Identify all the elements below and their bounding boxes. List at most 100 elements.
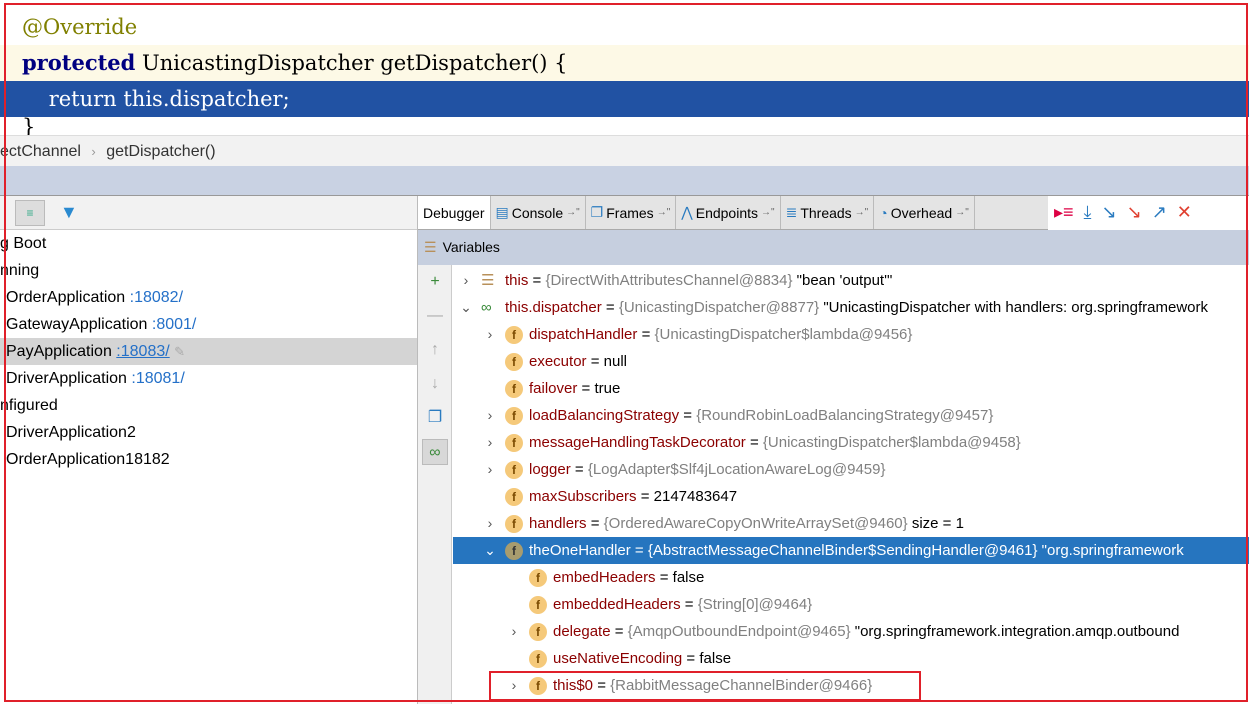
- threads-icon: ≣: [785, 204, 798, 220]
- pin-icon[interactable]: →": [761, 207, 775, 218]
- variable-ref: {RoundRobinLoadBalancingStrategy@9457}: [696, 407, 994, 424]
- pin-icon[interactable]: →": [566, 207, 580, 218]
- force-step-into-icon[interactable]: ↘: [1127, 202, 1142, 223]
- show-watches-icon[interactable]: ∞: [422, 439, 448, 465]
- tab-overhead[interactable]: ◔ Overhead →": [874, 196, 975, 229]
- variable-row[interactable]: › f dispatchHandler = {UnicastingDispatche…: [453, 321, 1249, 348]
- field-icon: f: [529, 569, 547, 587]
- frames-icon: ❐: [590, 204, 604, 220]
- tab-label: Console: [511, 204, 564, 221]
- field-icon: f: [505, 488, 523, 506]
- service-item[interactable]: OrderApplication :18082/: [0, 284, 417, 311]
- variable-row[interactable]: f executor = null: [453, 348, 1249, 375]
- field-icon: f: [505, 515, 523, 533]
- endpoints-icon: ⋀: [681, 204, 693, 220]
- chevron-right-icon[interactable]: ›: [483, 429, 497, 456]
- service-item[interactable]: OrderApplication18182: [0, 446, 417, 473]
- drop-frame-icon[interactable]: ✕: [1177, 202, 1192, 223]
- service-item[interactable]: nning: [0, 257, 417, 284]
- service-item[interactable]: nfigured: [0, 392, 417, 419]
- service-item[interactable]: DriverApplication2: [0, 419, 417, 446]
- chevron-right-icon[interactable]: ›: [507, 672, 521, 699]
- tab-debugger[interactable]: Debugger: [418, 196, 491, 229]
- variable-row[interactable]: › f logger = {LogAdapter$Slf4jLocationAwar…: [453, 456, 1249, 483]
- variable-name: this$0: [553, 677, 594, 694]
- group-icon[interactable]: ≡: [15, 200, 45, 226]
- services-panel: ≡ ▼ g Boot nning OrderApplication :18082…: [0, 196, 418, 704]
- field-icon: f: [529, 677, 547, 695]
- variable-row[interactable]: › ☰ this = {DirectWithAttributesChannel@88…: [453, 267, 1249, 294]
- chevron-right-icon[interactable]: ›: [483, 402, 497, 429]
- tab-endpoints[interactable]: ⋀ Endpoints →": [676, 196, 781, 229]
- service-name: nning: [0, 262, 40, 279]
- variables-icon: ☰: [424, 239, 437, 255]
- copy-icon[interactable]: ❐: [422, 405, 448, 431]
- variable-row[interactable]: f failover = true: [453, 375, 1249, 402]
- step-into-icon[interactable]: ↘: [1102, 202, 1117, 223]
- move-up-icon[interactable]: ↑: [422, 337, 448, 363]
- variable-ref: {LogAdapter$Slf4jLocationAwareLog@9459}: [587, 461, 886, 478]
- tool-window-header: [0, 166, 1249, 196]
- overhead-icon: ◔: [879, 204, 888, 221]
- pin-icon[interactable]: →": [855, 207, 869, 218]
- tab-frames[interactable]: ❐ Frames →": [586, 196, 677, 229]
- variable-row[interactable]: f useNativeEncoding = false: [453, 645, 1249, 672]
- chevron-right-icon[interactable]: ›: [483, 510, 497, 537]
- chevron-right-icon[interactable]: ›: [507, 618, 521, 645]
- tab-threads[interactable]: ≣ Threads →": [781, 196, 875, 229]
- tab-label: Debugger: [423, 204, 485, 221]
- breadcrumb-item[interactable]: getDispatcher(): [106, 143, 215, 160]
- show-execution-point-icon[interactable]: ▸≡: [1054, 202, 1074, 223]
- chevron-right-icon[interactable]: ›: [483, 321, 497, 348]
- debugger-panel: Debugger ▤ Console →" ❐ Frames →" ⋀ Endpoints →" ≣…: [418, 196, 1249, 704]
- service-port-link[interactable]: :18083/: [116, 343, 169, 360]
- tab-console[interactable]: ▤ Console →": [491, 196, 586, 229]
- pin-icon[interactable]: →": [657, 207, 671, 218]
- variable-row[interactable]: ⌄ f theOneHandler = {AbstractMessageChanne…: [453, 537, 1249, 564]
- chevron-down-icon[interactable]: ⌄: [459, 294, 473, 321]
- chevron-right-icon[interactable]: ›: [483, 456, 497, 483]
- service-item[interactable]: g Boot: [0, 230, 417, 257]
- breadcrumb: ectChannel › getDispatcher(): [0, 135, 1249, 166]
- new-watch-icon[interactable]: +: [422, 269, 448, 295]
- service-port-link[interactable]: :18082/: [130, 289, 183, 306]
- service-item[interactable]: DriverApplication :18081/: [0, 365, 417, 392]
- step-out-icon[interactable]: ↗: [1152, 202, 1167, 223]
- variable-name: messageHandlingTaskDecorator: [529, 434, 746, 451]
- service-item[interactable]: GatewayApplication :8001/: [0, 311, 417, 338]
- variable-name: delegate: [553, 623, 611, 640]
- breadcrumb-separator: ›: [91, 144, 96, 159]
- variables-header: ☰ Variables: [418, 230, 1249, 265]
- service-port-link[interactable]: :8001/: [152, 316, 196, 333]
- step-over-icon[interactable]: ⤓: [1084, 202, 1092, 223]
- variable-row[interactable]: › f delegate = {AmqpOutboundEndpoint@9465}…: [453, 618, 1249, 645]
- chevron-right-icon[interactable]: ›: [459, 267, 473, 294]
- filter-icon[interactable]: ▼: [60, 202, 78, 223]
- services-tree: g Boot nning OrderApplication :18082/Gat…: [0, 230, 417, 473]
- variable-row[interactable]: › f loadBalancingStrategy = {RoundRobinLoa…: [453, 402, 1249, 429]
- variable-row[interactable]: f embedHeaders = false: [453, 564, 1249, 591]
- service-port-link[interactable]: :18081/: [131, 370, 184, 387]
- pin-icon[interactable]: →": [955, 207, 969, 218]
- variable-ref: {UnicastingDispatcher@8877}: [618, 299, 820, 316]
- edit-icon[interactable]: ✎: [174, 344, 185, 359]
- variable-row[interactable]: f embeddedHeaders = {String[0]@9464}: [453, 591, 1249, 618]
- variable-row[interactable]: › f messageHandlingTaskDecorator = {Unicas…: [453, 429, 1249, 456]
- service-item[interactable]: PayApplication :18083/ ✎: [0, 338, 417, 365]
- variable-name: executor: [529, 353, 587, 370]
- variable-row[interactable]: ⌄ ∞ this.dispatcher = {UnicastingDispatche…: [453, 294, 1249, 321]
- variable-row[interactable]: › f handlers = {OrderedAwareCopyOnWriteArr…: [453, 510, 1249, 537]
- variable-name: dispatchHandler: [529, 326, 638, 343]
- remove-watch-icon[interactable]: —: [422, 303, 448, 329]
- tab-label: Frames: [606, 204, 654, 221]
- breadcrumb-item[interactable]: ectChannel: [0, 143, 81, 160]
- field-icon: f: [505, 542, 523, 560]
- move-down-icon[interactable]: ↓: [422, 371, 448, 397]
- variable-row[interactable]: › f this$0 = {RabbitMessageChannelBinder@9…: [453, 672, 1249, 699]
- code-editor[interactable]: @Override protected UnicastingDispatcher…: [0, 0, 1249, 138]
- variable-name: loadBalancingStrategy: [529, 407, 680, 424]
- chevron-down-icon[interactable]: ⌄: [483, 537, 497, 564]
- variable-value: "org.springframework: [1037, 542, 1184, 559]
- variable-row[interactable]: f maxSubscribers = 2147483647: [453, 483, 1249, 510]
- field-icon: f: [505, 326, 523, 344]
